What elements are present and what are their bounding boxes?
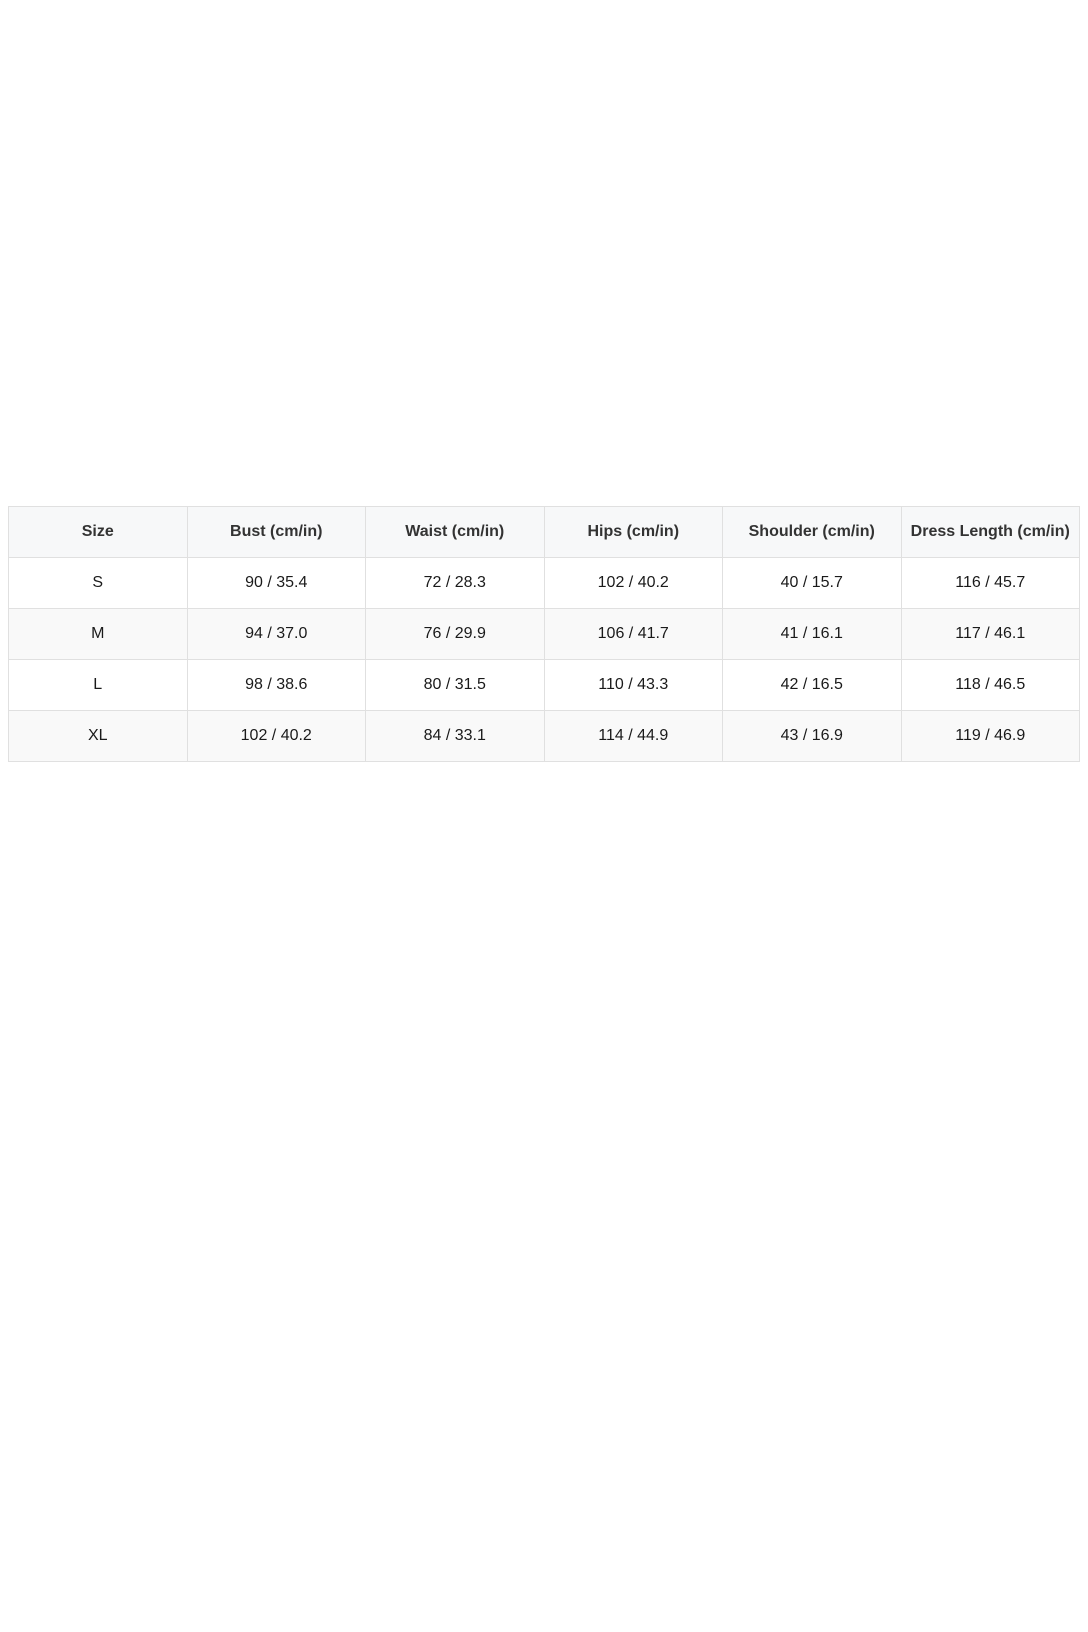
cell-dress-length: 118 / 46.5 [900,659,1080,711]
cell-waist: 76 / 29.9 [365,608,545,660]
cell-waist: 84 / 33.1 [365,710,545,762]
header-waist: Waist (cm/in) [365,506,545,558]
cell-shoulder: 41 / 16.1 [722,608,902,660]
cell-size: S [8,557,188,609]
cell-dress-length: 116 / 45.7 [900,557,1080,609]
cell-size: XL [8,710,188,762]
table-header: Size Bust (cm/in) Waist (cm/in) Hips (cm… [8,506,1080,558]
cell-hips: 110 / 43.3 [543,659,723,711]
cell-size: M [8,608,188,660]
cell-waist: 80 / 31.5 [365,659,545,711]
cell-waist: 72 / 28.3 [365,557,545,609]
cell-hips: 102 / 40.2 [543,557,723,609]
table-row: S 90 / 35.4 72 / 28.3 102 / 40.2 40 / 15… [8,557,1080,609]
cell-shoulder: 42 / 16.5 [722,659,902,711]
header-hips: Hips (cm/in) [543,506,723,558]
size-chart-table: Size Bust (cm/in) Waist (cm/in) Hips (cm… [8,506,1080,762]
cell-bust: 94 / 37.0 [186,608,366,660]
cell-bust: 98 / 38.6 [186,659,366,711]
cell-dress-length: 117 / 46.1 [900,608,1080,660]
table-body: S 90 / 35.4 72 / 28.3 102 / 40.2 40 / 15… [8,557,1080,762]
header-size: Size [8,506,188,558]
cell-bust: 90 / 35.4 [186,557,366,609]
cell-bust: 102 / 40.2 [186,710,366,762]
header-dress-length: Dress Length (cm/in) [900,506,1080,558]
header-row: Size Bust (cm/in) Waist (cm/in) Hips (cm… [8,506,1080,558]
cell-dress-length: 119 / 46.9 [900,710,1080,762]
table-row: M 94 / 37.0 76 / 29.9 106 / 41.7 41 / 16… [8,608,1080,660]
table-row: L 98 / 38.6 80 / 31.5 110 / 43.3 42 / 16… [8,659,1080,711]
cell-hips: 114 / 44.9 [543,710,723,762]
header-bust: Bust (cm/in) [186,506,366,558]
cell-size: L [8,659,188,711]
table-row: XL 102 / 40.2 84 / 33.1 114 / 44.9 43 / … [8,710,1080,762]
header-shoulder: Shoulder (cm/in) [722,506,902,558]
cell-shoulder: 43 / 16.9 [722,710,902,762]
cell-shoulder: 40 / 15.7 [722,557,902,609]
cell-hips: 106 / 41.7 [543,608,723,660]
